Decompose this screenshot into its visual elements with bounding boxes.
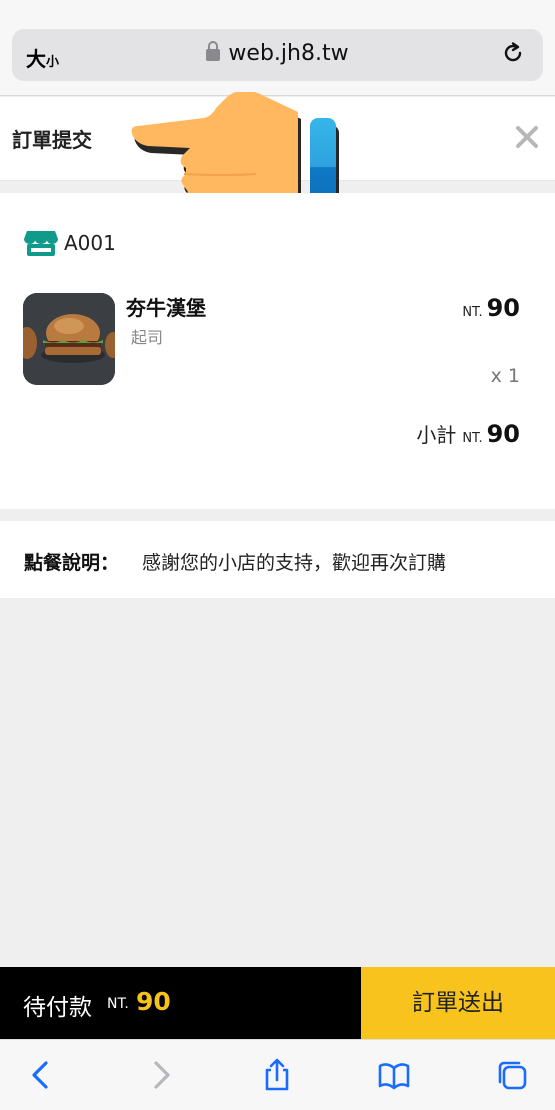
url-text: web.jh8.tw [228, 41, 349, 66]
browser-toolbar [0, 1039, 555, 1110]
order-card: A001 夯牛漢堡 起司 NT. 90 x 1 小計 NT. 90 [0, 193, 555, 509]
bookmarks-icon[interactable] [377, 1058, 411, 1092]
lock-icon [206, 41, 221, 61]
amount-due: 待付款 NT. 90 [0, 967, 361, 1039]
price-amount: 90 [486, 294, 520, 322]
checkout-bar: 待付款 NT. 90 訂單送出 [0, 967, 555, 1039]
product-image [23, 293, 115, 385]
url-display[interactable]: web.jh8.tw [12, 41, 543, 66]
close-icon[interactable] [513, 123, 541, 151]
note-text: 感謝您的小店的支持，歡迎再次訂購 [142, 552, 447, 574]
amount-due-label: 待付款 [23, 995, 92, 1021]
store-header: A001 [24, 229, 116, 257]
submit-order-button[interactable]: 訂單送出 [361, 967, 555, 1039]
share-icon[interactable] [260, 1058, 294, 1092]
note-label: 點餐說明： [24, 552, 120, 574]
tabs-icon[interactable] [495, 1058, 529, 1092]
store-icon [24, 231, 58, 256]
reload-icon[interactable] [499, 39, 527, 67]
order-note: 點餐說明： 感謝您的小店的支持，歡迎再次訂購 [0, 521, 555, 598]
product-quantity: x 1 [490, 365, 520, 387]
subtotal-amount: 90 [486, 420, 520, 448]
forward-icon[interactable] [144, 1058, 178, 1092]
product-option: 起司 [131, 328, 164, 347]
address-bar[interactable]: 大小 web.jh8.tw [12, 29, 543, 81]
browser-top-bar: 大小 web.jh8.tw [0, 0, 555, 96]
amount-due-currency: NT. [107, 996, 129, 1012]
subtotal-currency: NT. [462, 431, 483, 446]
subtotal-label: 小計 [416, 423, 457, 447]
subtotal: 小計 NT. 90 [416, 419, 520, 448]
store-name: A001 [64, 231, 116, 255]
product-price: NT. 90 [462, 294, 520, 322]
page-title: 訂單提交 [12, 128, 92, 152]
amount-due-value: 90 [136, 987, 171, 1016]
back-icon[interactable] [24, 1058, 58, 1092]
product-name: 夯牛漢堡 [126, 296, 206, 320]
price-currency: NT. [462, 305, 483, 320]
